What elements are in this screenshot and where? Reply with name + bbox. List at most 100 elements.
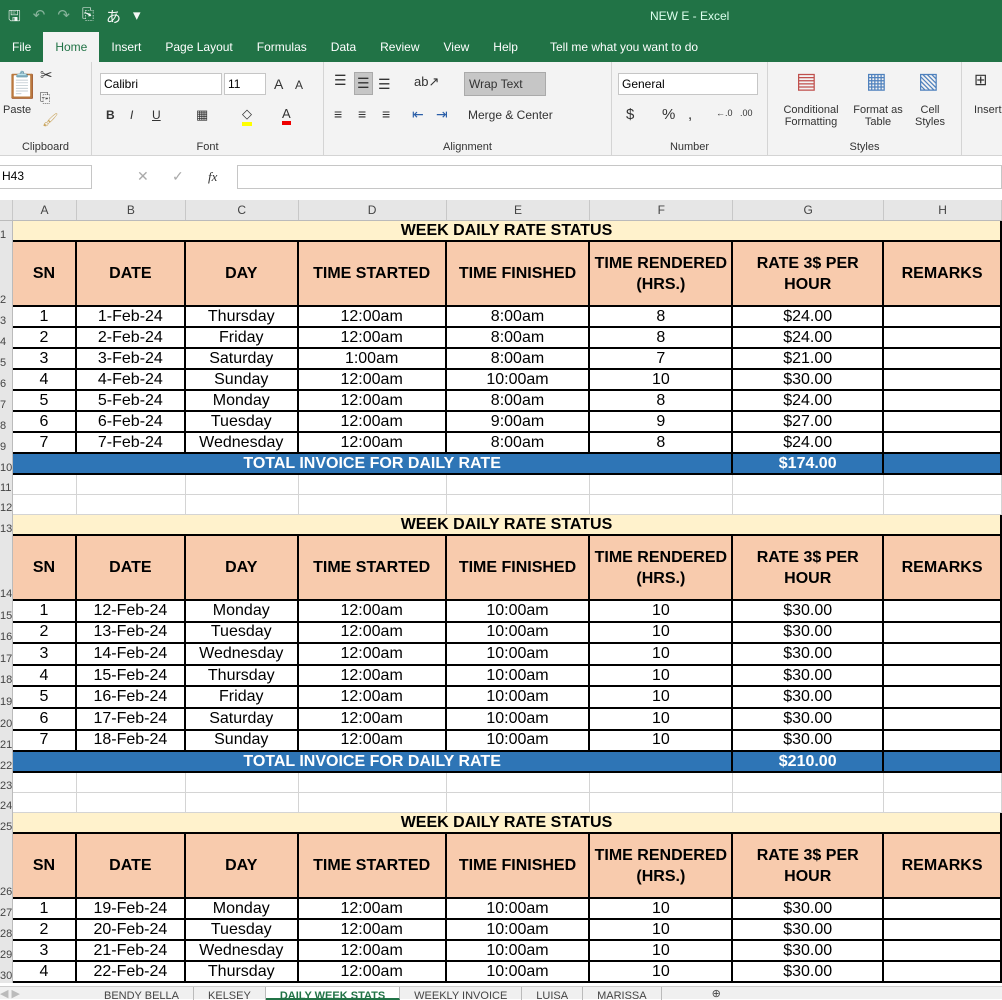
total-remarks[interactable] (884, 752, 1002, 774)
table-cell[interactable]: $30.00 (733, 687, 885, 709)
table-cell[interactable] (884, 941, 1002, 963)
align-center-icon[interactable]: ≡ (358, 106, 366, 122)
total-value[interactable]: $174.00 (733, 454, 885, 475)
sheet-nav-arrows[interactable]: ◀ ▶ (0, 987, 90, 1000)
translate-icon[interactable]: あ (106, 6, 121, 31)
paste-button[interactable]: Paste (3, 104, 31, 116)
cell-styles-icon[interactable]: ▧ (918, 68, 939, 94)
cut-icon[interactable]: ✂ (40, 66, 53, 84)
table-cell[interactable] (884, 622, 1002, 645)
column-title[interactable]: TIME STARTED (298, 242, 447, 307)
select-all-corner[interactable] (0, 200, 13, 220)
row-number[interactable]: 7 (0, 391, 13, 412)
empty-cell[interactable] (446, 495, 591, 515)
tab-data[interactable]: Data (319, 32, 368, 62)
table-cell[interactable]: $24.00 (733, 391, 885, 412)
table-cell[interactable] (884, 370, 1002, 391)
spreadsheet-grid[interactable]: 1 WEEK DAILY RATE STATUS 2 SN DATE DAY TIME ST… (0, 221, 1002, 984)
conditional-formatting-icon[interactable]: ▤ (796, 68, 817, 94)
table-cell[interactable]: 4 (12, 665, 77, 688)
column-title[interactable]: REMARKS (884, 536, 1002, 601)
insert-button[interactable]: Insert (974, 104, 1002, 116)
table-cell[interactable] (884, 433, 1002, 454)
empty-cell[interactable] (185, 773, 299, 794)
tab-file[interactable]: File (0, 32, 43, 62)
table-cell[interactable]: 10 (590, 370, 734, 391)
table-cell[interactable]: Monday (185, 391, 299, 412)
column-title[interactable]: TIME STARTED (298, 834, 447, 900)
table-cell[interactable]: 5-Feb-24 (76, 391, 186, 412)
table-cell[interactable]: 6 (12, 412, 77, 433)
row-number[interactable]: 16 (0, 622, 13, 645)
table-cell[interactable]: 8:00am (446, 433, 591, 454)
table-cell[interactable]: $24.00 (733, 328, 885, 349)
table-cell[interactable]: 10:00am (446, 622, 591, 645)
save-icon[interactable]: 🖫 (8, 6, 21, 31)
column-title[interactable]: TIME FINISHED (446, 536, 591, 601)
sheet-tab[interactable]: BENDY BELLA (90, 987, 195, 1000)
table-cell[interactable] (884, 349, 1002, 370)
increase-font-icon[interactable]: A (274, 76, 283, 92)
table-cell[interactable] (884, 665, 1002, 688)
customize-qat-icon[interactable]: ▾ (133, 6, 141, 31)
decrease-indent-icon[interactable]: ⇤ (412, 106, 424, 123)
table-cell[interactable]: Saturday (185, 349, 299, 370)
format-as-table-button[interactable]: Format as Table (850, 104, 906, 128)
row-number[interactable]: 14 (0, 536, 13, 601)
table-cell[interactable]: 10:00am (446, 665, 591, 688)
row-number[interactable]: 18 (0, 665, 13, 688)
font-name-select[interactable]: Calibri (100, 73, 222, 95)
table-cell[interactable]: $30.00 (733, 644, 885, 666)
row-number[interactable]: 27 (0, 899, 13, 921)
table-cell[interactable]: Sunday (185, 370, 299, 391)
empty-cell[interactable] (298, 475, 447, 495)
column-title[interactable]: DAY (185, 536, 299, 601)
empty-cell[interactable] (298, 773, 447, 794)
table-cell[interactable]: 8:00am (446, 307, 591, 328)
table-cell[interactable]: 12:00am (298, 433, 447, 454)
conditional-formatting-button[interactable]: Conditional Formatting (778, 104, 844, 128)
total-value[interactable]: $210.00 (733, 752, 885, 774)
table-cell[interactable]: $30.00 (733, 730, 885, 753)
table-cell[interactable]: 10:00am (446, 730, 591, 753)
column-header-f[interactable]: F (590, 200, 734, 220)
table-cell[interactable]: 10:00am (446, 708, 591, 731)
empty-cell[interactable] (76, 773, 186, 794)
table-cell[interactable]: Monday (185, 601, 299, 623)
empty-cell[interactable] (590, 773, 734, 794)
row-number[interactable]: 3 (0, 307, 13, 328)
table-cell[interactable]: 10:00am (446, 687, 591, 709)
table-cell[interactable]: Friday (185, 328, 299, 349)
column-title[interactable]: TIME RENDERED (HRS.) (590, 242, 734, 307)
insert-function-button[interactable]: fx (208, 169, 217, 185)
empty-cell[interactable] (590, 495, 734, 515)
wrap-text-button[interactable]: Wrap Text (464, 72, 546, 96)
copy-icon[interactable]: ⎘ (40, 90, 50, 106)
table-cell[interactable]: 12:00am (298, 644, 447, 666)
row-number[interactable]: 1 (0, 221, 13, 242)
column-header-b[interactable]: B (77, 200, 186, 220)
table-cell[interactable]: 1-Feb-24 (76, 307, 186, 328)
table-cell[interactable]: 8:00am (446, 349, 591, 370)
table-cell[interactable]: 14-Feb-24 (76, 644, 186, 666)
table-cell[interactable] (884, 708, 1002, 731)
table-cell[interactable]: Friday (185, 687, 299, 709)
table-cell[interactable]: 10:00am (446, 644, 591, 666)
empty-cell[interactable] (884, 773, 1002, 794)
empty-cell[interactable] (884, 495, 1002, 515)
row-number[interactable]: 30 (0, 962, 13, 984)
table-cell[interactable] (884, 730, 1002, 753)
table-cell[interactable]: $30.00 (733, 601, 885, 623)
table-cell[interactable]: 10:00am (446, 941, 591, 963)
sheet-tab[interactable]: KELSEY (194, 987, 266, 1000)
column-title[interactable]: SN (12, 536, 77, 601)
table-cell[interactable]: 10 (590, 622, 734, 645)
table-cell[interactable]: 4-Feb-24 (76, 370, 186, 391)
column-title[interactable]: SN (12, 242, 77, 307)
table-cell[interactable]: 10 (590, 899, 734, 921)
column-title[interactable]: DAY (185, 242, 299, 307)
row-number[interactable]: 9 (0, 433, 13, 454)
table-cell[interactable]: 8:00am (446, 328, 591, 349)
table-cell[interactable]: 8:00am (446, 391, 591, 412)
table-cell[interactable]: 12:00am (298, 962, 447, 984)
